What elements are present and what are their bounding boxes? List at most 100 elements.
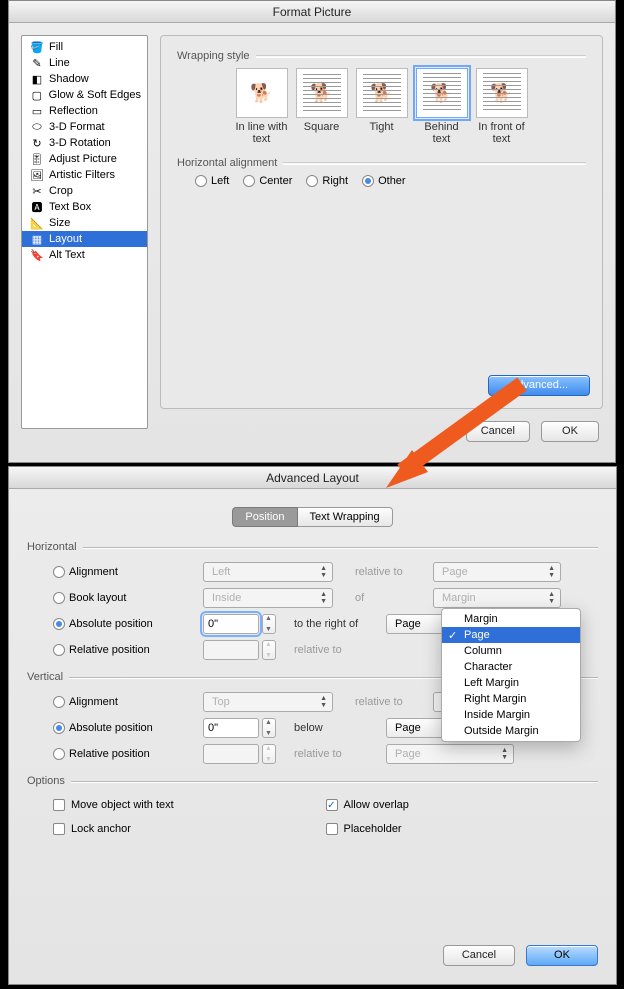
pencil-icon: ✎ bbox=[30, 56, 44, 70]
h-alignment-select[interactable]: Left ▲▼ bbox=[203, 562, 333, 582]
ok-button[interactable]: OK bbox=[526, 945, 598, 966]
sidebar-item-3d-format[interactable]: ⬭3-D Format bbox=[22, 119, 147, 135]
sidebar-item-fill[interactable]: 🪣Fill bbox=[22, 39, 147, 55]
window-title: Format Picture bbox=[9, 1, 615, 23]
radio-h-alignment[interactable]: Alignment bbox=[53, 566, 203, 578]
dropdown-option[interactable]: Right Margin bbox=[442, 691, 580, 707]
wrap-behind[interactable]: 🐕Behind text bbox=[415, 68, 469, 145]
dropdown-option[interactable]: Outside Margin bbox=[442, 723, 580, 739]
sidebar-item-reflection[interactable]: ▭Reflection bbox=[22, 103, 147, 119]
sidebar-item-label: Layout bbox=[49, 233, 82, 245]
wrap-label: Tight bbox=[355, 121, 409, 145]
glow-icon: ▢ bbox=[30, 88, 44, 102]
dog-icon: 🐕 bbox=[490, 83, 512, 104]
radio-center[interactable]: Center bbox=[243, 175, 292, 187]
check-overlap[interactable] bbox=[326, 799, 338, 811]
check-placeholder[interactable] bbox=[326, 823, 338, 835]
sidebar-item-filters[interactable]: 🖼Artistic Filters bbox=[22, 167, 147, 183]
sidebar-item-line[interactable]: ✎ Line bbox=[22, 55, 147, 71]
dropdown-option[interactable]: Character bbox=[442, 659, 580, 675]
sidebar-item-label: 3-D Rotation bbox=[49, 137, 111, 149]
v-relative-relative-select[interactable]: Page▲▼ bbox=[386, 744, 514, 764]
reflection-icon: ▭ bbox=[30, 104, 44, 118]
options-group-label: Options bbox=[27, 775, 598, 787]
dropdown-option[interactable]: Inside Margin bbox=[442, 707, 580, 723]
radio-v-relative[interactable]: Relative position bbox=[53, 748, 203, 760]
chevron-updown-icon: ▲▼ bbox=[320, 565, 327, 579]
h-absolute-stepper[interactable] bbox=[262, 614, 276, 634]
dog-icon: 🐕 bbox=[430, 83, 452, 104]
h-alignment-relative-select[interactable]: Page▲▼ bbox=[433, 562, 561, 582]
v-absolute-stepper[interactable] bbox=[262, 718, 276, 738]
sidebar-item-label: Crop bbox=[49, 185, 73, 197]
radio-h-absolute[interactable]: Absolute position bbox=[53, 618, 203, 630]
wrap-front[interactable]: 🐕In front of text bbox=[475, 68, 529, 145]
chevron-updown-icon: ▲▼ bbox=[548, 591, 555, 605]
format-picture-window: Format Picture 🪣Fill ✎ Line ◧Shadow ▢Glow… bbox=[8, 0, 616, 463]
wrap-square[interactable]: 🐕Square bbox=[295, 68, 349, 145]
horizontal-group-label: Horizontal bbox=[27, 541, 598, 553]
h-absolute-field[interactable]: 0" bbox=[203, 614, 259, 634]
sidebar-item-label: Size bbox=[49, 217, 70, 229]
sidebar-item-glow[interactable]: ▢Glow & Soft Edges bbox=[22, 87, 147, 103]
radio-left[interactable]: Left bbox=[195, 175, 229, 187]
advanced-button[interactable]: Advanced... bbox=[488, 375, 590, 396]
sidebar-item-alt-text[interactable]: 🔖Alt Text bbox=[22, 247, 147, 263]
h-relative-stepper[interactable] bbox=[262, 640, 276, 660]
ok-button[interactable]: OK bbox=[541, 421, 599, 442]
tab-text-wrapping[interactable]: Text Wrapping bbox=[298, 507, 393, 527]
v-relative-stepper[interactable] bbox=[262, 744, 276, 764]
radio-v-absolute[interactable]: Absolute position bbox=[53, 722, 203, 734]
wrap-inline[interactable]: 🐕In line with text bbox=[235, 68, 289, 145]
sidebar-item-size[interactable]: 📐 Size bbox=[22, 215, 147, 231]
radio-label: Other bbox=[378, 175, 406, 187]
sidebar-item-textbox[interactable]: 🅰Text Box bbox=[22, 199, 147, 215]
sidebar-item-label: 3-D Format bbox=[49, 121, 105, 133]
dropdown-option[interactable]: Column bbox=[442, 643, 580, 659]
cancel-button[interactable]: Cancel bbox=[443, 945, 515, 966]
dropdown-option[interactable]: Left Margin bbox=[442, 675, 580, 691]
of-label: of bbox=[355, 592, 433, 604]
below-label: below bbox=[294, 722, 386, 734]
cancel-button[interactable]: Cancel bbox=[466, 421, 530, 442]
select-value: Top bbox=[212, 696, 230, 708]
check-move[interactable] bbox=[53, 799, 65, 811]
radio-label: Absolute position bbox=[69, 618, 153, 630]
dropdown-option[interactable]: Margin bbox=[442, 611, 580, 627]
select-value: Inside bbox=[212, 592, 241, 604]
chevron-updown-icon: ▲▼ bbox=[320, 695, 327, 709]
dropdown-option[interactable]: Page bbox=[442, 627, 580, 643]
ruler-icon: 📐 bbox=[30, 216, 44, 230]
sidebar-item-label: Shadow bbox=[49, 73, 89, 85]
v-alignment-select[interactable]: Top ▲▼ bbox=[203, 692, 333, 712]
radio-h-book[interactable]: Book layout bbox=[53, 592, 203, 604]
sidebar-item-crop[interactable]: ✂Crop bbox=[22, 183, 147, 199]
radio-v-alignment[interactable]: Alignment bbox=[53, 696, 203, 708]
v-relative-field[interactable] bbox=[203, 744, 259, 764]
dialog-footer: Cancel OK bbox=[9, 945, 616, 980]
paint-bucket-icon: 🪣 bbox=[30, 40, 44, 54]
relative-to-dropdown[interactable]: Margin Page Column Character Left Margin… bbox=[441, 608, 581, 742]
select-value: Page bbox=[395, 722, 421, 734]
to-right-label: to the right of bbox=[294, 618, 386, 630]
sidebar-item-3d-rotation[interactable]: ↻3-D Rotation bbox=[22, 135, 147, 151]
wrapping-options: 🐕In line with text 🐕Square 🐕Tight 🐕Behin… bbox=[177, 68, 586, 145]
halign-group-label: Horizontal alignment bbox=[177, 157, 586, 169]
radio-right[interactable]: Right bbox=[306, 175, 348, 187]
sidebar-item-adjust[interactable]: 🎚Adjust Picture bbox=[22, 151, 147, 167]
check-lock[interactable] bbox=[53, 823, 65, 835]
sidebar-item-layout[interactable]: ▦Layout bbox=[22, 231, 147, 247]
h-book-select[interactable]: Inside▲▼ bbox=[203, 588, 333, 608]
tab-position[interactable]: Position bbox=[232, 507, 297, 527]
radio-other[interactable]: Other bbox=[362, 175, 406, 187]
check-label: Move object with text bbox=[71, 799, 174, 811]
h-book-relative-select[interactable]: Margin▲▼ bbox=[433, 588, 561, 608]
v-absolute-field[interactable]: 0" bbox=[203, 718, 259, 738]
select-value: Left bbox=[212, 566, 230, 578]
wrap-label: In line with text bbox=[235, 121, 289, 145]
sidebar-item-label: Line bbox=[49, 57, 70, 69]
wrap-tight[interactable]: 🐕Tight bbox=[355, 68, 409, 145]
sidebar-item-shadow[interactable]: ◧Shadow bbox=[22, 71, 147, 87]
radio-h-relative[interactable]: Relative position bbox=[53, 644, 203, 656]
h-relative-field[interactable] bbox=[203, 640, 259, 660]
